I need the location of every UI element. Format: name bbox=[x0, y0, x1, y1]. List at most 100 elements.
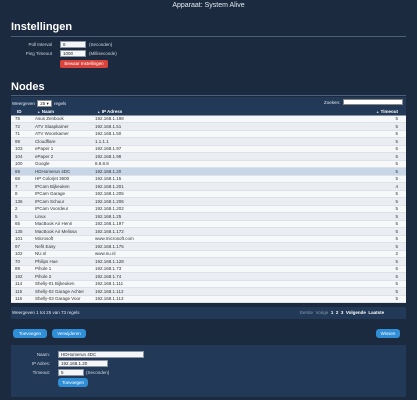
cell-timeout: 5 bbox=[336, 295, 406, 303]
ping-timeout-unit: (Milliseconde) bbox=[89, 51, 117, 56]
cell-timeout: 5 bbox=[336, 205, 406, 213]
cell-timeout: 5 bbox=[336, 257, 406, 266]
page-length-select[interactable]: 25 ▾ bbox=[37, 100, 52, 107]
sort-icon: ▲ bbox=[375, 110, 380, 115]
nodes-title: Nodes bbox=[11, 81, 45, 93]
table-row[interactable]: 69 HDHomerun 4DC 192.168.1.20 5 bbox=[11, 167, 406, 176]
poll-interval-unit: (Seconden) bbox=[89, 42, 113, 47]
table-row[interactable]: 68 HP Colorjet 3600 192.168.1.15 5 bbox=[11, 175, 406, 183]
poll-interval-input[interactable] bbox=[60, 41, 86, 48]
cell-name: Shelly-01 Bijkeuken bbox=[31, 280, 91, 288]
cell-id: 104 bbox=[11, 152, 31, 161]
cell-ip: 192.168.1.172 bbox=[91, 227, 336, 236]
cell-id: 2 bbox=[11, 205, 31, 213]
cell-ip: 192.168.1.50 bbox=[91, 130, 336, 138]
table-row[interactable]: 116 Shelly-03 Garage Voor 192.168.1.113 5 bbox=[11, 295, 406, 303]
edit-button[interactable]: Verwijderen bbox=[52, 329, 86, 338]
nodes-divider bbox=[11, 95, 406, 96]
cell-name: Linux bbox=[31, 212, 91, 221]
cell-ip: 192.168.1.15 bbox=[91, 175, 336, 183]
pager-page-3[interactable]: 3 bbox=[341, 310, 344, 315]
cell-id: 68 bbox=[11, 175, 31, 183]
table-row[interactable]: 75 Asus Zenbook 192.168.1.198 5 bbox=[11, 115, 406, 123]
pager-next[interactable]: Volgende bbox=[346, 310, 366, 315]
table-row[interactable]: 102 NU.nl www.nu.nl 2 bbox=[11, 250, 406, 258]
cell-name: ATV Slaapkamer bbox=[31, 122, 91, 131]
table-row[interactable]: 104 ePaper 2 192.168.1.98 5 bbox=[11, 152, 406, 161]
table-row[interactable]: 65 MacBook Air Henri 192.168.1.197 5 bbox=[11, 220, 406, 228]
detail-name-label: Naam: bbox=[36, 352, 50, 357]
cell-id: 69 bbox=[11, 167, 31, 176]
cell-ip: 192.168.1.175 bbox=[91, 242, 336, 251]
cell-timeout: 5 bbox=[336, 175, 406, 183]
table-row[interactable]: 70 Philips Hue 192.168.1.128 5 bbox=[11, 257, 406, 266]
cell-id: 115 bbox=[11, 287, 31, 296]
cell-ip: 192.168.1.20 bbox=[91, 167, 336, 176]
sort-icon: ▲ bbox=[37, 110, 41, 115]
table-row[interactable]: 89 Pihole 1 192.168.1.73 5 bbox=[11, 265, 406, 273]
table-row[interactable]: 192 Pihole 2 192.168.1.74 5 bbox=[11, 272, 406, 281]
detail-timeout-input[interactable] bbox=[58, 369, 84, 376]
table-row[interactable]: 100 Google 8.8.8.8 5 bbox=[11, 160, 406, 168]
cell-timeout: 5 bbox=[336, 242, 406, 251]
cell-ip: 192.168.1.205 bbox=[91, 190, 336, 198]
table-row[interactable]: 136 IPCam Schuur 192.168.1.206 5 bbox=[11, 197, 406, 206]
cell-id: 7 bbox=[11, 182, 31, 191]
cell-name: IPCam Bijkeuken bbox=[31, 182, 91, 191]
table-info: Weergeven 1 tot 25 van 73 regels bbox=[12, 310, 80, 315]
search-label: Zoeken: bbox=[324, 100, 341, 105]
table-row[interactable]: 2 IPCam Voordeur 192.168.1.202 5 bbox=[11, 205, 406, 213]
cell-timeout: 5 bbox=[336, 197, 406, 206]
cell-id: 101 bbox=[11, 235, 31, 243]
pager-page-1[interactable]: 1 bbox=[331, 310, 334, 315]
nodes-table: ID ▲ Naam ▲ IP Adress ▲ Timeout 75 Asus Z… bbox=[11, 109, 406, 303]
delete-button[interactable]: Wissen bbox=[376, 329, 400, 338]
detail-timeout-label: Timeout: bbox=[32, 370, 50, 375]
pager-prev[interactable]: Vorige bbox=[316, 310, 329, 315]
table-row[interactable]: 71 ATV Woonkamer 192.168.1.50 5 bbox=[11, 130, 406, 138]
table-row[interactable]: 97 Nefit Easy 192.168.1.175 5 bbox=[11, 242, 406, 251]
cell-timeout: 5 bbox=[336, 160, 406, 168]
cell-timeout: 5 bbox=[336, 137, 406, 146]
search-input[interactable] bbox=[343, 99, 403, 105]
detail-save-button[interactable]: Toevoegen bbox=[58, 378, 88, 387]
table-row[interactable]: 8 IPCam Garage 192.168.1.205 5 bbox=[11, 190, 406, 198]
table-row[interactable]: 115 Shelly-02 Garage Achter 192.168.1.112 5 bbox=[11, 287, 406, 296]
table-row[interactable]: 135 MacBook Air Melissa 192.168.1.172 5 bbox=[11, 227, 406, 236]
pagination: Eerste Vorige 1 2 3 Volgende Laatste bbox=[300, 310, 384, 315]
cell-name: Google bbox=[31, 160, 91, 168]
cell-name: Pihole 1 bbox=[31, 265, 91, 273]
cell-id: 135 bbox=[11, 227, 31, 236]
cell-timeout: 5 bbox=[336, 287, 406, 296]
table-row[interactable]: 101 Microsoft www.microsoft.com 5 bbox=[11, 235, 406, 243]
detail-ip-input[interactable] bbox=[58, 360, 108, 367]
cell-timeout: 5 bbox=[336, 130, 406, 138]
table-row[interactable]: 5 Linux 192.168.1.25 5 bbox=[11, 212, 406, 221]
ping-timeout-input[interactable] bbox=[60, 50, 86, 57]
cell-ip: 192.168.1.51 bbox=[91, 122, 336, 131]
cell-id: 65 bbox=[11, 220, 31, 228]
detail-name-input[interactable] bbox=[58, 351, 144, 358]
cell-id: 100 bbox=[11, 160, 31, 168]
page-length-control: Weergeven 25 ▾ regels bbox=[12, 100, 66, 107]
cell-ip: 192.168.1.197 bbox=[91, 220, 336, 228]
cell-ip: 192.168.1.25 bbox=[91, 212, 336, 221]
table-row[interactable]: 103 ePaper 1 192.168.1.97 5 bbox=[11, 145, 406, 153]
cell-name: HDHomerun 4DC bbox=[31, 167, 91, 176]
save-settings-button[interactable]: Bewaar Instellingen bbox=[60, 60, 108, 68]
cell-name: MacBook Air Henri bbox=[31, 220, 91, 228]
window-title: Apparaat: System Alive bbox=[172, 2, 245, 9]
cell-id: 99 bbox=[11, 137, 31, 146]
table-row[interactable]: 114 Shelly-01 Bijkeuken 192.168.1.111 5 bbox=[11, 280, 406, 288]
add-button[interactable]: Toevoegen bbox=[13, 329, 47, 338]
cell-ip: 192.168.1.98 bbox=[91, 152, 336, 161]
table-row[interactable]: 72 ATV Slaapkamer 192.168.1.51 5 bbox=[11, 122, 406, 131]
pager-page-2[interactable]: 2 bbox=[336, 310, 339, 315]
pager-last[interactable]: Laatste bbox=[368, 310, 384, 315]
table-row[interactable]: 7 IPCam Bijkeuken 192.168.1.201 4 bbox=[11, 182, 406, 191]
cell-timeout: 5 bbox=[336, 190, 406, 198]
table-row[interactable]: 99 Cloudflare 1.1.1.1 5 bbox=[11, 137, 406, 146]
pager-first[interactable]: Eerste bbox=[300, 310, 313, 315]
cell-name: Pihole 2 bbox=[31, 272, 91, 281]
detail-ip-label: IP Adres: bbox=[31, 361, 50, 366]
